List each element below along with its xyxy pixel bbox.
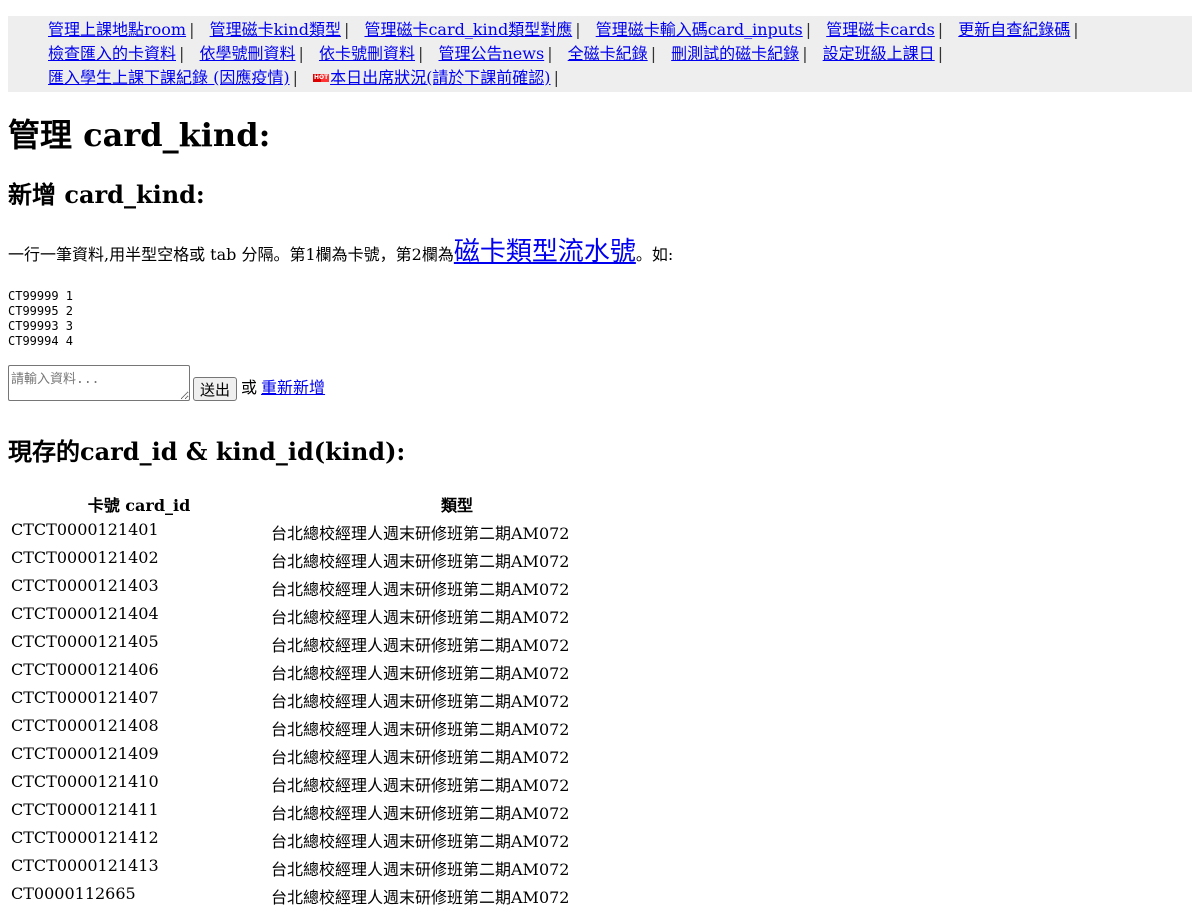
kind-cell: 台北總校經理人週末研修班第二期AM072 — [271, 776, 570, 795]
card-id-cell: CTCT0000121410 — [11, 772, 159, 791]
nav-link-class-days[interactable]: 設定班級上課日 — [823, 44, 935, 63]
kind-cell: 台北總校經理人週末研修班第二期AM072 — [271, 636, 570, 655]
table-row: CTCT0000121412 台北總校經理人週末研修班第二期AM072 — [10, 827, 644, 853]
nav-separator: | — [418, 44, 424, 63]
kind-cell: 台北總校經理人週末研修班第二期AM072 — [271, 804, 570, 823]
nav-link-today-attendance[interactable]: HOT 本日出席狀況(請於下課前確認) — [313, 68, 551, 87]
nav-separator: | — [547, 44, 553, 63]
card-id-cell: CTCT0000121405 — [11, 632, 159, 651]
add-instructions: 一行一筆資料,用半型空格或 tab 分隔。第1欄為卡號，第2欄為磁卡類型流水號。… — [8, 236, 1192, 271]
card-id-cell: CTCT0000121412 — [11, 828, 159, 847]
card-id-cell: CTCT0000121404 — [11, 604, 159, 623]
reset-link[interactable]: 重新新增 — [261, 374, 325, 398]
kind-cell: 台北總校經理人週末研修班第二期AM072 — [271, 692, 570, 711]
table-row: CT0000112665 台北總校經理人週末研修班第二期AM072 — [10, 883, 644, 909]
card-kind-table: 卡號 card_id 類型 CTCT0000121401 台北總校經理人週末研修班… — [8, 489, 646, 911]
nav-separator: | — [343, 20, 350, 39]
card-id-cell: CTCT0000121407 — [11, 688, 159, 707]
table-row: CTCT0000121403 台北總校經理人週末研修班第二期AM072 — [10, 575, 644, 601]
nav-link-delete-test-records[interactable]: 刪測試的磁卡紀錄 — [671, 44, 799, 63]
submit-button[interactable]: 送出 — [193, 377, 238, 401]
nav-link-check-imported[interactable]: 檢查匯入的卡資料 — [48, 44, 176, 63]
card-id-cell: CTCT0000121411 — [11, 800, 159, 819]
kind-cell: 台北總校經理人週末研修班第二期AM072 — [271, 748, 570, 767]
table-row: CTCT0000121407 台北總校經理人週末研修班第二期AM072 — [10, 687, 644, 713]
kind-cell: 台北總校經理人週末研修班第二期AM072 — [271, 832, 570, 851]
table-header-row: 卡號 card_id 類型 — [10, 491, 644, 517]
table-row: CTCT0000121413 台北總校經理人週末研修班第二期AM072 — [10, 855, 644, 881]
kind-cell: 台北總校經理人週末研修班第二期AM072 — [271, 888, 570, 907]
kind-serial-link[interactable]: 磁卡類型流水號 — [454, 237, 636, 267]
nav-separator: | — [805, 20, 812, 39]
nav-link-import-attendance[interactable]: 匯入學生上課下課紀錄 (因應疫情) — [48, 68, 290, 87]
add-section-heading: 新增 card_kind: — [8, 180, 205, 209]
nav-separator: | — [179, 44, 185, 63]
nav-link-today-attendance-label: 本日出席狀況(請於下課前確認) — [330, 68, 551, 87]
nav-link-delete-by-student[interactable]: 依學號刪資料 — [200, 44, 296, 63]
nav-separator: | — [937, 44, 944, 63]
top-nav: 管理上課地點room | 管理磁卡kind類型 | 管理磁卡card_kind類型對… — [8, 16, 1192, 92]
nav-link-card-inputs[interactable]: 管理磁卡輸入碼card_inputs — [596, 20, 803, 39]
table-row: CTCT0000121409 台北總校經理人週末研修班第二期AM072 — [10, 743, 644, 769]
or-text: 或 — [241, 378, 258, 397]
nav-link-cards[interactable]: 管理磁卡cards — [826, 20, 935, 39]
nav-separator: | — [189, 20, 195, 39]
card-id-cell: CTCT0000121408 — [11, 716, 159, 735]
kind-cell: 台北總校經理人週末研修班第二期AM072 — [271, 720, 570, 739]
nav-link-update-check-code[interactable]: 更新自查紀錄碼 — [958, 20, 1070, 39]
table-row: CTCT0000121410 台北總校經理人週末研修班第二期AM072 — [10, 771, 644, 797]
table-row: CTCT0000121405 台北總校經理人週末研修班第二期AM072 — [10, 631, 644, 657]
page-title: 管理 card_kind: — [8, 116, 271, 154]
current-section-heading: 現存的card_id & kind_id(kind): — [8, 437, 406, 466]
table-row: CTCT0000121404 台北總校經理人週末研修班第二期AM072 — [10, 603, 644, 629]
column-header-kind: 類型 — [440, 496, 473, 515]
card-id-cell: CTCT0000121401 — [11, 520, 159, 539]
data-input[interactable] — [8, 365, 190, 401]
nav-separator: | — [575, 20, 581, 39]
hot-badge-icon: HOT — [313, 73, 330, 82]
column-header-card-id: 卡號 card_id — [87, 496, 191, 515]
instructions-text: 一行一筆資料,用半型空格或 tab 分隔。第1欄為卡號，第2欄為 — [8, 245, 454, 264]
kind-cell: 台北總校經理人週末研修班第二期AM072 — [271, 664, 570, 683]
card-id-cell: CTCT0000121409 — [11, 744, 159, 763]
nav-separator: | — [298, 44, 304, 63]
nav-link-all-records[interactable]: 全磁卡紀錄 — [568, 44, 648, 63]
nav-separator: | — [650, 44, 657, 63]
kind-cell: 台北總校經理人週末研修班第二期AM072 — [271, 552, 570, 571]
kind-cell: 台北總校經理人週末研修班第二期AM072 — [271, 608, 570, 627]
card-id-cell: CTCT0000121402 — [11, 548, 159, 567]
example-data: CT99999 1 CT99995 2 CT99993 3 CT99994 4 — [8, 289, 74, 348]
nav-separator: | — [553, 68, 559, 87]
kind-cell: 台北總校經理人週末研修班第二期AM072 — [271, 524, 570, 543]
kind-cell: 台北總校經理人週末研修班第二期AM072 — [271, 580, 570, 599]
table-row: CTCT0000121402 台北總校經理人週末研修班第二期AM072 — [10, 547, 644, 573]
kind-cell: 台北總校經理人週末研修班第二期AM072 — [271, 860, 570, 879]
nav-link-delete-by-card[interactable]: 依卡號刪資料 — [319, 44, 415, 63]
nav-separator: | — [292, 68, 298, 87]
nav-separator: | — [937, 20, 944, 39]
nav-link-card-kind[interactable]: 管理磁卡card_kind類型對應 — [364, 20, 572, 39]
nav-separator: | — [802, 44, 808, 63]
card-id-cell: CT0000112665 — [11, 884, 136, 903]
table-row: CTCT0000121408 台北總校經理人週末研修班第二期AM072 — [10, 715, 644, 741]
nav-link-kind[interactable]: 管理磁卡kind類型 — [210, 20, 341, 39]
card-id-cell: CTCT0000121413 — [11, 856, 159, 875]
card-id-cell: CTCT0000121403 — [11, 576, 159, 595]
table-row: CTCT0000121401 台北總校經理人週末研修班第二期AM072 — [10, 519, 644, 545]
table-row: CTCT0000121411 台北總校經理人週末研修班第二期AM072 — [10, 799, 644, 825]
table-row: CTCT0000121406 台北總校經理人週末研修班第二期AM072 — [10, 659, 644, 685]
card-id-cell: CTCT0000121406 — [11, 660, 159, 679]
nav-link-room[interactable]: 管理上課地點room — [48, 20, 186, 39]
nav-link-news[interactable]: 管理公告news — [439, 44, 545, 63]
add-form: 送出 或 重新新增 — [8, 365, 1192, 401]
instructions-suffix: 。如: — [635, 245, 674, 264]
nav-separator: | — [1073, 20, 1079, 39]
